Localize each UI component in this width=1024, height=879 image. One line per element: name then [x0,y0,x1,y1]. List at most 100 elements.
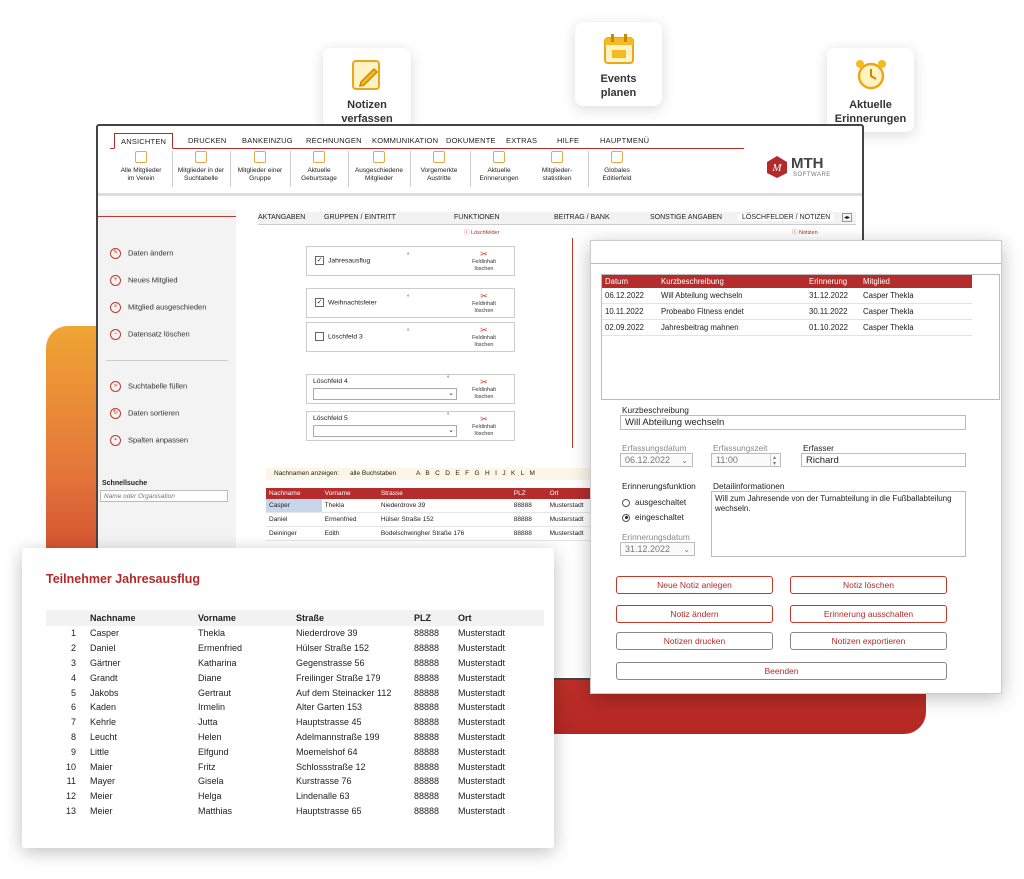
clear-field-button[interactable]: ✂ Feldinhalt löschen [466,292,502,314]
ribbon-group-members[interactable]: Mitglieder einer Gruppe [229,151,291,182]
ribbon-label: Alle Mitglieder [120,167,162,174]
notes-col-header[interactable]: Kurzbeschreibung [658,275,806,288]
checkbox-loeschfeld3[interactable]: Löschfeld 3 [315,332,363,341]
menu-kommunikation[interactable]: KOMMUNIKATION [372,136,438,145]
clear-field-button[interactable]: ✂ Feldinhalt löschen [466,415,502,437]
tab-gruppen[interactable]: GRUPPEN / EINTRITT [324,214,396,221]
sidebar-item-member-left[interactable]: × Mitglied ausgeschieden [110,302,206,313]
grid-header[interactable]: Vorname [321,488,378,499]
tab-kontaktangaben[interactable]: AKTANGABEN [258,214,305,221]
tab-funktionen[interactable]: FUNKTIONEN [454,214,500,221]
delete-note-button[interactable]: Notiz löschen [790,576,947,594]
ribbon-label: Erinnerungen [479,174,519,182]
ribbon-all-members[interactable]: Alle Mitglieder im Verein [110,151,172,182]
table-row[interactable]: Deininger Edith Bodelschwingher Straße 1… [266,526,606,541]
help-loeschfelder-link[interactable]: ⓘ Löschfelder [464,228,499,236]
notes-col-header[interactable]: Datum [602,275,658,288]
tab-beitrag[interactable]: BEITRAG / BANK [554,214,610,221]
radio-eingeschaltet[interactable]: eingeschaltet [622,512,684,522]
exit-icon [433,151,445,163]
kurzbeschreibung-input[interactable]: Will Abteilung wechseln [620,415,966,430]
clear-field-button[interactable]: ✂ Feldinhalt löschen [466,378,502,400]
checkbox-jahresausflug[interactable]: ✓ Jahresausflug [315,256,370,265]
sidebar-item-label: Neues Mitglied [128,275,178,285]
grid-header[interactable]: PLZ [510,488,547,499]
edit-field-icon [611,151,623,163]
print-notes-button[interactable]: Notizen drucken [616,632,773,650]
ribbon-label: statistiken [542,174,572,182]
menu-ansichten[interactable]: ANSICHTEN [114,133,174,149]
new-note-button[interactable]: Neue Notiz anlegen [616,576,773,594]
notes-cell: Jahresbeitrag mahnen [658,319,806,336]
edit-note-button[interactable]: Notiz ändern [616,605,773,623]
table-row[interactable]: 02.09.2022 Jahresbeitrag mahnen 01.10.20… [602,319,972,336]
ribbon-label: Mitglieder in der [177,167,225,174]
participant-cell: Musterstadt [458,805,506,816]
clear-label: Feldinhalt [472,387,496,393]
grid-cell: Hülser Straße 152 [377,512,511,527]
erinnerungsdatum-picker[interactable]: 31.12.2022 ⌄ [620,542,695,556]
notes-cell: 10.11.2022 [602,303,658,320]
participant-cell: Musterstadt [458,791,506,802]
menu-dokumente[interactable]: DOKUMENTE [446,136,496,145]
menu-rechnungen[interactable]: RECHNUNGEN [306,136,362,145]
scissors-icon: ✂ [480,377,488,387]
help-notizen-link[interactable]: ⓘ Notizen [792,228,818,236]
ribbon-search-members[interactable]: Mitglieder in der Suchtabelle [170,151,232,182]
sidebar-item-label: Suchtabelle füllen [128,381,188,391]
erfassungszeit-stepper[interactable]: 11:00 ▴ ▾ [711,453,781,467]
menu-drucken[interactable]: DRUCKEN [188,136,227,145]
grid-header[interactable]: Nachname [266,488,322,499]
sidebar-item-new-member[interactable]: + Neues Mitglied [110,275,178,286]
export-notes-button[interactable]: Notizen exportieren [790,632,947,650]
menu-extras[interactable]: EXTRAS [506,136,537,145]
field-loeschfeld5: Löschfeld 5 ° ⌄ ✂ Feldinhalt löschen [306,411,515,441]
erfasser-input[interactable]: Richard [801,453,966,467]
tab-loeschfelder[interactable]: LÖSCHFELDER / NOTIZEN [738,214,835,221]
clear-field-button[interactable]: ✂ Feldinhalt löschen [466,250,502,272]
ribbon-former-members[interactable]: Ausgeschiedene Mitglieder [348,151,410,182]
sidebar-item-edit-data[interactable]: ✎ Daten ändern [110,248,173,259]
sidebar-item-columns[interactable]: ▪ Spalten anpassen [110,435,188,446]
erinnerung-label: Erinnerungsfunktion [622,481,696,491]
dropdown-loeschfeld4[interactable]: ⌄ [313,388,457,400]
notes-col-header[interactable]: Mitglied [860,275,972,288]
alphabet-letters[interactable]: A B C D E F G H I J K L M [416,470,535,477]
tab-sonstige[interactable]: SONSTIGE ANGABEN [650,214,722,221]
sidebar-item-sort[interactable]: ↻ Daten sortieren [110,408,179,419]
close-button[interactable]: Beenden [616,662,947,680]
ribbon-planned-exits[interactable]: Vorgemerkte Austritte [408,151,470,182]
quick-search-input[interactable] [100,490,228,502]
sidebar-item-fill-table[interactable]: » Suchtabelle füllen [110,381,187,392]
table-row[interactable]: 06.12.2022 Will Abteilung wechseln 31.12… [602,288,972,304]
menu-hilfe[interactable]: HILFE [557,136,579,145]
detailinformationen-textarea[interactable]: Will zum Jahresende von der Turnabteilun… [711,491,966,557]
reminder-off-button[interactable]: Erinnerung ausschalten [790,605,947,623]
radio-ausgeschaltet[interactable]: ausgeschaltet [622,497,686,507]
notes-col-header[interactable]: Erinnerung [806,275,860,288]
ribbon-global-editfield[interactable]: Globales Editierfeld [586,151,648,182]
sidebar-item-delete-record[interactable]: − Datensatz löschen [110,329,190,340]
menu-hauptmenue[interactable]: HAUPTMENÜ [600,136,649,145]
table-row[interactable]: Casper Thekla Niederdrove 39 88888 Muste… [266,499,606,513]
chevron-down-icon: ⌄ [681,456,688,465]
table-row[interactable]: Daniel Ermenfried Hülser Straße 152 8888… [266,512,606,527]
ribbon-statistics[interactable]: Mitglieder-statistiken [526,151,588,182]
table-row[interactable]: 10.11.2022 Probeabo Fitness endet 30.11.… [602,303,972,320]
col-number [46,610,90,626]
ribbon-reminders[interactable]: Aktuelle Erinnerungen [468,151,530,182]
chevron-down-icon: ⌄ [448,390,454,397]
participant-cell: Meier [90,791,113,802]
erfassungsdatum-picker[interactable]: 06.12.2022 ⌄ [620,453,693,467]
tab-scroll-arrows[interactable]: ◂▸ [842,213,853,222]
ribbon-birthdays[interactable]: Aktuelle Geburtstage [288,151,350,182]
grid-header[interactable]: Strasse [377,488,511,499]
alphabet-all-link[interactable]: alle Buchstaben [350,470,396,477]
checkbox-weihnachtsfeier[interactable]: ✓ Weihnachtsfeier [315,298,377,307]
dropdown-loeschfeld5[interactable]: ⌄ [313,425,457,437]
table-row: 2 Daniel Ermenfried Hülser Straße 152 88888 M… [46,641,544,656]
participant-cell: Musterstadt [458,702,506,713]
menu-bankeinzug[interactable]: BANKEINZUG [242,136,293,145]
participant-cell: Musterstadt [458,628,506,639]
clear-field-button[interactable]: ✂ Feldinhalt löschen [466,326,502,348]
